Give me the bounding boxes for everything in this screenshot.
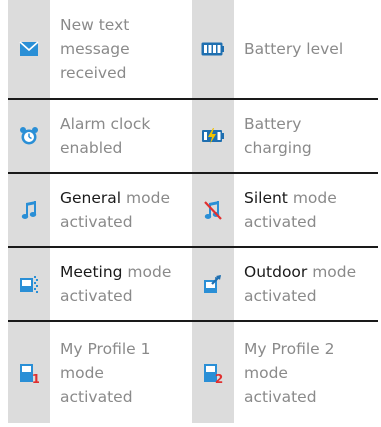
table-cell: 2 My Profile 2 mode activated <box>192 322 378 423</box>
silent-icon <box>192 174 234 246</box>
description-text: Battery level <box>244 40 344 58</box>
description-text: Alarm clock enabled <box>60 115 151 157</box>
table-row: Meeting mode activated Outdoor mode acti… <box>8 246 378 320</box>
music-note-icon <box>8 174 50 246</box>
description-text: Battery charging <box>244 115 312 157</box>
meeting-icon <box>8 248 50 320</box>
description-text: Silent mode activated <box>244 186 364 234</box>
description-text: New text message received <box>60 16 130 82</box>
description-text: My Profile 2 mode activated <box>244 339 335 406</box>
table-row: General mode activated Silent mode activ… <box>8 172 378 246</box>
table-cell: Battery charging <box>192 100 378 172</box>
table-cell: Battery level <box>192 0 378 98</box>
table-cell: General mode activated <box>8 174 192 246</box>
battery-charging-icon <box>192 100 234 172</box>
svg-text:1: 1 <box>32 372 39 384</box>
mode-name: General <box>60 189 122 207</box>
table-row: New text message received Battery level <box>8 0 378 98</box>
table-cell: New text message received <box>8 0 192 98</box>
table-cell: Alarm clock enabled <box>8 100 192 172</box>
mode-name: Silent <box>244 189 288 207</box>
profile-2-icon: 2 <box>192 322 234 423</box>
mode-name: Outdoor <box>244 263 308 281</box>
envelope-icon <box>8 0 50 98</box>
description-text: My Profile 1 mode activated <box>60 339 151 406</box>
table-row: Alarm clock enabled Battery charging <box>8 98 378 172</box>
alarm-clock-icon <box>8 100 50 172</box>
table-cell: Silent mode activated <box>192 174 378 246</box>
table-cell: Outdoor mode activated <box>192 248 378 320</box>
description-text: General mode activated <box>60 186 180 234</box>
table-row: 1 My Profile 1 mode activated 2 My Profi… <box>8 320 378 423</box>
description-text: Outdoor mode activated <box>244 260 374 308</box>
table-cell: Meeting mode activated <box>8 248 192 320</box>
description-text: Meeting mode activated <box>60 260 185 308</box>
status-icons-table: New text message received Battery level <box>8 0 378 423</box>
table-cell: 1 My Profile 1 mode activated <box>8 322 192 423</box>
svg-text:2: 2 <box>215 372 223 384</box>
battery-level-icon <box>192 0 234 98</box>
profile-1-icon: 1 <box>8 322 50 423</box>
outdoor-icon <box>192 248 234 320</box>
mode-name: Meeting <box>60 263 123 281</box>
